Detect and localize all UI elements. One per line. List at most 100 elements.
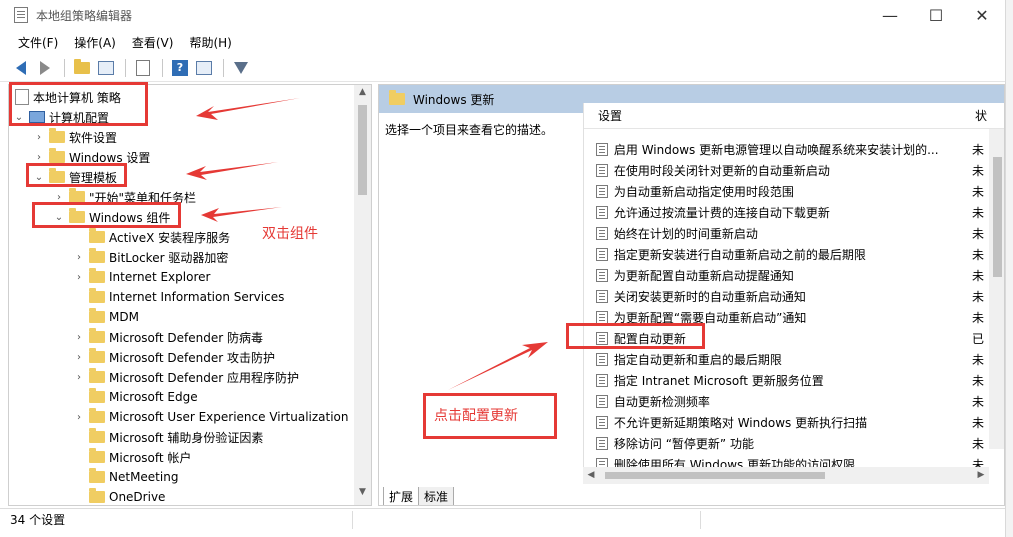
scroll-left-icon[interactable]: ◀ (583, 467, 599, 484)
list-item[interactable]: 为自动重新启动指定使用时段范围 未 (584, 181, 984, 202)
close-button[interactable]: ✕ (959, 0, 1005, 30)
view-tabs: 扩展 标准 (383, 487, 455, 505)
filter-icon (234, 61, 248, 74)
list-item[interactable]: 启用 Windows 更新电源管理以自动唤醒系统来安装计划的... 未 (584, 139, 984, 160)
tree-item-onedrive[interactable]: OneDrive (73, 487, 165, 505)
tree-item-internet-explorer[interactable]: › Internet Explorer (73, 267, 210, 287)
scroll-thumb[interactable] (605, 472, 825, 479)
list-item[interactable]: 为更新配置自动重新启动提醒通知 未 (584, 265, 984, 286)
list-item[interactable]: 允许通过按流量计费的连接自动下载更新 未 (584, 202, 984, 223)
setting-state: 未 (971, 164, 984, 178)
tree-item-iis[interactable]: Internet Information Services (73, 287, 284, 307)
tree-label: BitLocker 驱动器加密 (109, 250, 229, 265)
tree-item-defender-av[interactable]: › Microsoft Defender 防病毒 (73, 327, 263, 347)
show-pane-button[interactable] (95, 57, 117, 79)
setting-icon (596, 416, 608, 429)
chevron-right-icon[interactable]: › (33, 132, 45, 143)
tab-extended[interactable]: 扩展 (383, 487, 420, 505)
tree-item-defender-appguard[interactable]: › Microsoft Defender 应用程序防护 (73, 367, 299, 387)
tree-item-activex[interactable]: ActiveX 安装程序服务 (73, 227, 230, 247)
tree-item-secondary-auth[interactable]: Microsoft 辅助身份验证因素 (73, 427, 263, 447)
list-item[interactable]: 移除访问 “暂停更新” 功能 未 (584, 433, 984, 454)
column-setting[interactable]: 设置 (584, 107, 969, 124)
list-item[interactable]: 不允许更新延期策略对 Windows 更新执行扫描 未 (584, 412, 984, 433)
list-item[interactable]: 自动更新检测频率 未 (584, 391, 984, 412)
list-item[interactable]: 始终在计划的时间重新启动 未 (584, 223, 984, 244)
tree-item-netmeeting[interactable]: NetMeeting (73, 467, 178, 487)
details-pane: Windows 更新 选择一个项目来查看它的描述。 设置 状 启用 Window… (378, 84, 1005, 506)
tree-item-defender-exploit[interactable]: › Microsoft Defender 攻击防护 (73, 347, 275, 367)
setting-icon (596, 374, 608, 387)
tree-label: Internet Information Services (109, 290, 285, 304)
list-item[interactable]: 指定 Intranet Microsoft 更新服务位置 未 (584, 370, 984, 391)
list-scrollbar[interactable] (989, 129, 1004, 449)
menu-help[interactable]: 帮助(H) (181, 34, 239, 51)
highlight-box-admin-templates (26, 163, 127, 187)
export-list-button[interactable] (132, 57, 154, 79)
setting-icon (596, 206, 608, 219)
chevron-right-icon[interactable]: › (73, 372, 85, 383)
tree-item-uev[interactable]: › Microsoft User Experience Virtualizati… (73, 407, 349, 427)
column-state[interactable]: 状 (969, 107, 987, 124)
up-folder-button[interactable] (71, 57, 93, 79)
setting-state: 未 (971, 437, 984, 451)
scroll-thumb[interactable] (993, 157, 1002, 277)
tree-item-bitlocker[interactable]: › BitLocker 驱动器加密 (73, 247, 228, 267)
setting-state: 未 (971, 185, 984, 199)
status-text: 34 个设置 (10, 513, 66, 527)
tree-pane: 本地计算机 策略 ⌄ 计算机配置 › 软件设置 › Windows 设置 ⌄ 管… (8, 84, 372, 506)
status-divider (700, 511, 701, 529)
tree-scrollbar[interactable]: ▲ ▼ (354, 85, 371, 505)
folder-icon (89, 428, 105, 443)
chevron-right-icon[interactable]: › (73, 272, 85, 283)
pane-icon (98, 60, 114, 75)
maximize-button[interactable]: ☐ (913, 0, 959, 30)
filter-button[interactable] (230, 57, 252, 79)
folder-up-icon (74, 58, 90, 74)
setting-name: 启用 Windows 更新电源管理以自动唤醒系统来安装计划的... (613, 143, 939, 157)
scroll-thumb[interactable] (358, 105, 367, 195)
folder-icon (89, 368, 105, 383)
setting-name: 关闭安装更新时的自动重新启动通知 (613, 290, 806, 304)
tree-item-ms-account[interactable]: Microsoft 帐户 (73, 447, 191, 467)
setting-state: 未 (971, 269, 984, 283)
help-button[interactable]: ? (169, 57, 191, 79)
folder-icon (89, 308, 105, 323)
tab-standard[interactable]: 标准 (418, 487, 455, 505)
menu-view[interactable]: 查看(V) (124, 34, 182, 51)
properties-button[interactable] (193, 57, 215, 79)
list-item[interactable]: 指定自动更新和重启的最后期限 未 (584, 349, 984, 370)
setting-state: 已 (971, 332, 984, 346)
list-item[interactable]: 在使用时段关闭针对更新的自动重新启动 未 (584, 160, 984, 181)
folder-icon (389, 90, 405, 105)
tree-label: Microsoft 辅助身份验证因素 (109, 430, 264, 445)
chevron-right-icon[interactable]: › (73, 332, 85, 343)
folder-icon (89, 388, 105, 403)
minimize-button[interactable]: — (867, 0, 913, 30)
menu-file[interactable]: 文件(F) (10, 34, 66, 51)
chevron-right-icon[interactable]: › (33, 152, 45, 163)
chevron-right-icon[interactable]: › (53, 192, 65, 203)
tree-label: Microsoft Defender 防病毒 (109, 330, 264, 345)
tree-item-edge[interactable]: Microsoft Edge (73, 387, 198, 407)
list-item[interactable]: 指定更新安装进行自动重新启动之前的最后期限 未 (584, 244, 984, 265)
scroll-down-icon[interactable]: ▼ (354, 487, 371, 503)
title-bar: 本地组策略编辑器 — ☐ ✕ (0, 0, 1005, 30)
scroll-up-icon[interactable]: ▲ (354, 87, 371, 103)
setting-name: 允许通过按流量计费的连接自动下载更新 (613, 206, 830, 220)
menu-action[interactable]: 操作(A) (66, 34, 124, 51)
back-button[interactable] (10, 57, 32, 79)
forward-button[interactable] (34, 57, 56, 79)
chevron-right-icon[interactable]: › (73, 252, 85, 263)
chevron-right-icon[interactable]: › (73, 412, 85, 423)
setting-name: 为自动重新启动指定使用时段范围 (613, 185, 794, 199)
policy-editor-icon (14, 7, 28, 23)
list-horizontal-scrollbar[interactable]: ◀ ▶ (583, 467, 989, 484)
tree-item-software-settings[interactable]: › 软件设置 (33, 127, 117, 147)
highlight-box-configure-auto-update (566, 323, 705, 349)
scroll-right-icon[interactable]: ▶ (973, 467, 989, 484)
tree-label: Internet Explorer (109, 270, 211, 284)
list-item[interactable]: 关闭安装更新时的自动重新启动通知 未 (584, 286, 984, 307)
tree-item-mdm[interactable]: MDM (73, 307, 139, 327)
chevron-right-icon[interactable]: › (73, 352, 85, 363)
